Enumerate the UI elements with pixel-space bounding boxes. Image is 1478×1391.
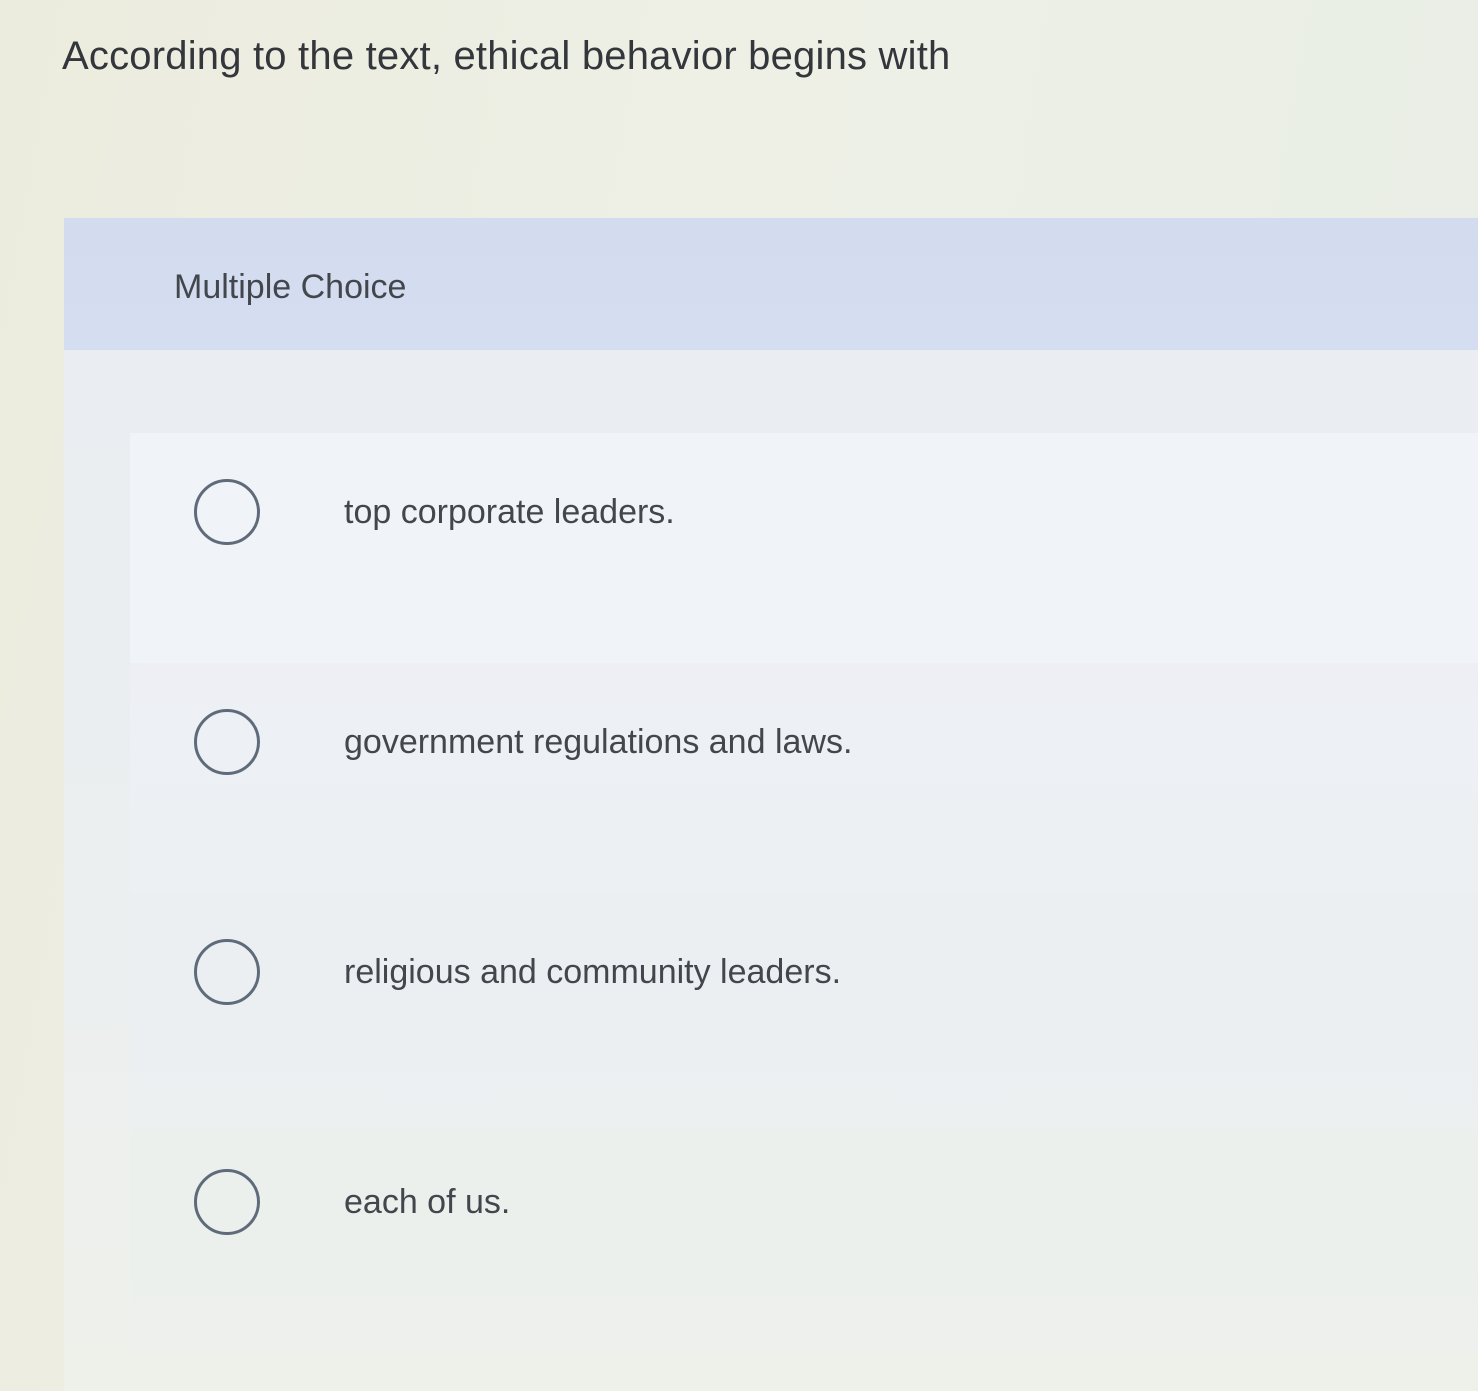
answer-option-label: government regulations and laws. bbox=[344, 723, 853, 761]
radio-button[interactable] bbox=[194, 939, 260, 1005]
question-type-label: Multiple Choice bbox=[174, 268, 407, 306]
answer-options: top corporate leaders. government regula… bbox=[130, 433, 1478, 1353]
radio-button[interactable] bbox=[194, 709, 260, 775]
answer-option[interactable]: religious and community leaders. bbox=[130, 893, 1478, 1123]
answer-option[interactable]: each of us. bbox=[130, 1123, 1478, 1353]
radio-button[interactable] bbox=[194, 479, 260, 545]
multiple-choice-panel: Multiple Choice top corporate leaders. g… bbox=[64, 218, 1478, 1391]
answer-option[interactable]: government regulations and laws. bbox=[130, 663, 1478, 893]
question-text: According to the text, ethical behavior … bbox=[62, 34, 951, 78]
answer-option-label: each of us. bbox=[344, 1183, 511, 1221]
answer-option[interactable]: top corporate leaders. bbox=[130, 433, 1478, 663]
answer-option-label: religious and community leaders. bbox=[344, 953, 842, 991]
answer-option-label: top corporate leaders. bbox=[344, 493, 675, 531]
radio-button[interactable] bbox=[194, 1169, 260, 1235]
question-type-header: Multiple Choice bbox=[64, 218, 1478, 350]
